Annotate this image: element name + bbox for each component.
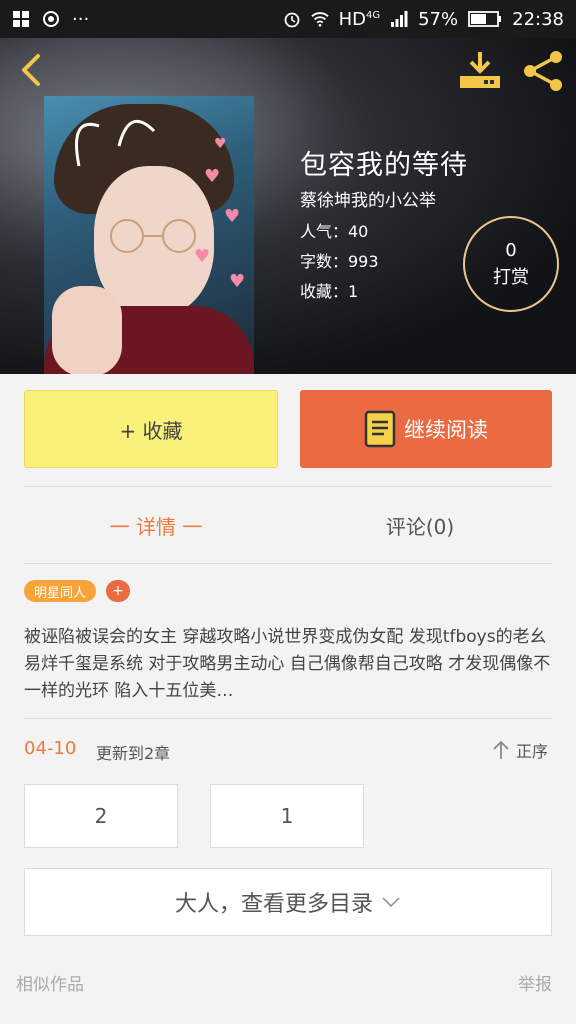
battery-icon (468, 11, 502, 27)
favorites-count: 收藏：1 (300, 282, 359, 301)
report-link[interactable]: 举报 (518, 970, 552, 995)
word-count: 字数：993 (300, 252, 379, 271)
network-label: HD4G (338, 8, 381, 30)
tab-comments[interactable]: 评论(0) (288, 488, 552, 562)
continue-reading-label: 继续阅读 (404, 418, 488, 442)
clock: 22:38 (512, 8, 564, 30)
divider (24, 563, 552, 564)
book-description[interactable]: 被诬陷被误会的女主 穿越攻略小说世界变成伪女配 发现tfboys的老幺易烊千玺是… (24, 624, 552, 705)
popularity: 人气：40 (300, 222, 369, 241)
doodle-ears (75, 119, 156, 167)
book-title: 包容我的等待 (300, 150, 468, 181)
glasses-decoration (110, 219, 196, 253)
divider (24, 486, 552, 487)
app-grid-icon (13, 11, 29, 27)
book-header: ♥ ♥ ♥ ♥ ♥ 包容我的等待 蔡徐坤我的小公举 人气：40 字数：993 收… (0, 38, 576, 374)
book-icon (364, 410, 396, 448)
download-icon[interactable] (458, 50, 502, 90)
collect-label: + 收藏 (119, 418, 183, 443)
share-icon[interactable] (520, 48, 566, 94)
status-bar: ··· HD4G 57% 22:38 (0, 0, 576, 38)
tab-bar: 一 详情 一 评论(0) (24, 488, 552, 562)
divider (24, 718, 552, 719)
category-tag[interactable]: 明星同人 (24, 580, 97, 602)
battery-percent: 57% (418, 8, 459, 30)
continue-reading-button[interactable]: 继续阅读 (300, 390, 552, 468)
tip-count: 0 (505, 239, 517, 261)
more-catalog-button[interactable]: 大人，查看更多目录 (24, 868, 552, 936)
more-catalog-label: 大人，查看更多目录 (174, 892, 373, 917)
add-tag-button[interactable]: + (106, 580, 130, 602)
record-icon (43, 11, 59, 27)
update-date: 04-10 (24, 738, 77, 759)
book-author[interactable]: 蔡徐坤我的小公举 (300, 186, 436, 211)
signal-icon (391, 11, 408, 27)
collect-button[interactable]: + 收藏 (24, 390, 278, 468)
chapter-item[interactable]: 1 (210, 784, 364, 848)
status-dots: ··· (72, 8, 90, 30)
wifi-icon (310, 12, 329, 27)
tip-label: 打赏 (493, 266, 529, 288)
chevron-down-icon (382, 897, 400, 908)
sort-button[interactable]: 正序 (492, 738, 548, 762)
arrow-up-icon (493, 740, 509, 759)
back-icon[interactable] (14, 52, 50, 88)
tip-button[interactable]: 0 打赏 (463, 216, 559, 312)
sort-label: 正序 (516, 742, 549, 761)
alarm-icon (284, 12, 299, 28)
update-text: 更新到2章 (96, 744, 171, 763)
chapter-item[interactable]: 2 (24, 784, 178, 848)
similar-works-link[interactable]: 相似作品 (16, 970, 84, 995)
book-cover[interactable]: ♥ ♥ ♥ ♥ ♥ (44, 96, 254, 374)
tab-details[interactable]: 一 详情 一 (24, 488, 288, 562)
